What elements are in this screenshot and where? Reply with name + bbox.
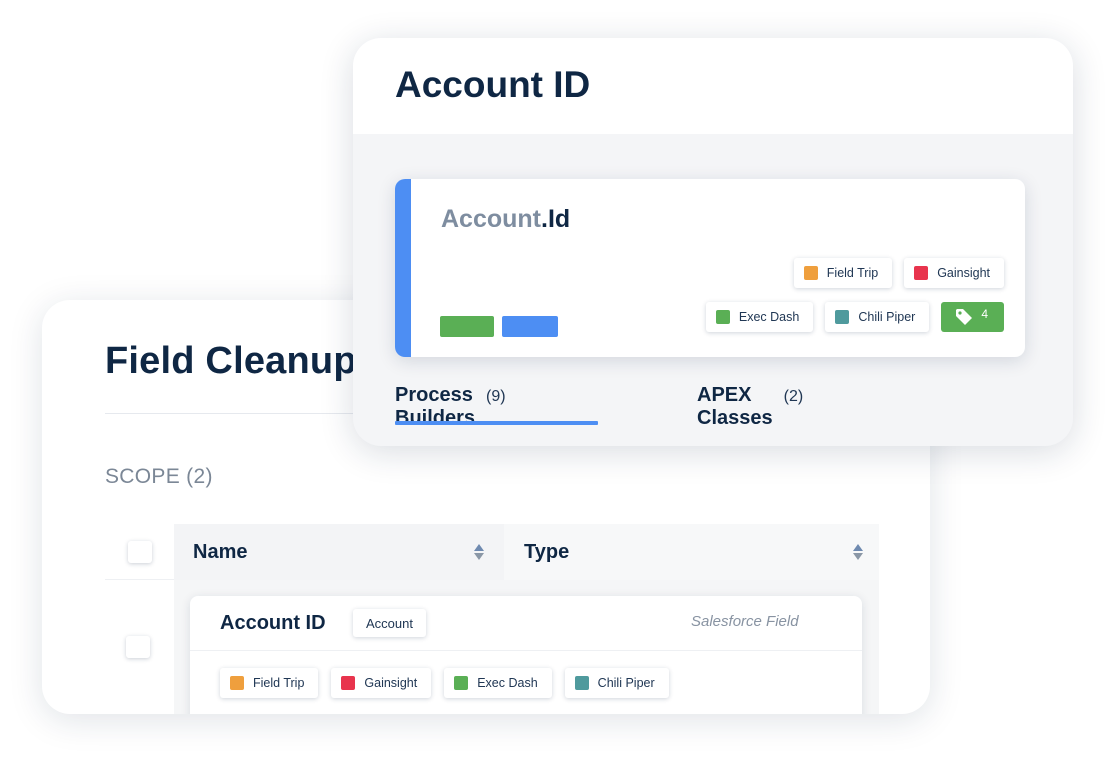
column-header-name[interactable]: Name [174, 524, 504, 580]
select-all-checkbox[interactable] [127, 540, 152, 563]
header-checkbox-cell [105, 524, 174, 580]
tab-count: (2) [783, 388, 804, 405]
table-row-card[interactable]: Account ID Account Salesforce Field Fiel… [190, 596, 862, 714]
tag-icon [956, 309, 973, 325]
object-badge: Account [353, 609, 426, 637]
tag-row-2: Exec Dash Chili Piper 4 [705, 302, 1004, 332]
accent-bar [395, 179, 411, 357]
tag-gainsight[interactable]: Gainsight [904, 258, 1004, 288]
tag-label: Gainsight [937, 266, 990, 280]
table-header: Name Type [105, 524, 879, 580]
tag-chili-piper[interactable]: Chili Piper [564, 668, 669, 698]
tag-label: Exec Dash [477, 676, 538, 690]
field-id: .Id [541, 205, 571, 233]
card-header: Account ID [353, 38, 1073, 134]
column-header-type[interactable]: Type [504, 524, 879, 580]
tag-color-swatch [454, 676, 469, 690]
tag-color-swatch [230, 676, 244, 690]
scope-label: SCOPE (2) [105, 465, 213, 489]
column-label-name: Name [193, 540, 248, 563]
account-id-card: Account ID Account.Id Field Trip Gainsig… [353, 38, 1073, 446]
row-tags: Field Trip Gainsight Exec Dash Chili Pip… [220, 668, 669, 698]
scope-count: (2) [186, 465, 213, 488]
sort-icon[interactable] [853, 544, 863, 560]
row-divider [190, 650, 862, 651]
tag-label: Field Trip [253, 676, 305, 690]
tag-gainsight[interactable]: Gainsight [331, 668, 432, 698]
row-name: Account ID [220, 612, 326, 634]
tag-color-swatch [715, 310, 730, 324]
field-detail-card: Account.Id Field Trip Gainsight Exec Das… [395, 179, 1025, 357]
tag-label: Gainsight [364, 676, 418, 690]
tab-label: APEX Classes [697, 384, 773, 429]
stage: Field Cleanup SCOPE (2) Name Type Accoun… [0, 0, 1115, 760]
page-title: Field Cleanup [105, 340, 357, 382]
tag-row-1: Field Trip Gainsight [793, 258, 1004, 288]
tag-chili-piper[interactable]: Chili Piper [825, 302, 930, 332]
field-object: Account [441, 205, 541, 233]
tag-exec-dash[interactable]: Exec Dash [705, 302, 814, 332]
tab-apex-classes[interactable]: APEX Classes (2) [697, 384, 803, 430]
status-pill-blue [502, 316, 558, 337]
row-type: Salesforce Field [691, 613, 799, 630]
tag-field-trip[interactable]: Field Trip [220, 668, 319, 698]
status-pill-green [440, 316, 494, 337]
active-tab-indicator [395, 421, 598, 425]
row-checkbox[interactable] [126, 636, 150, 658]
tag-label: Chili Piper [597, 676, 655, 690]
tag-color-swatch [574, 676, 589, 690]
tab-count: (9) [486, 388, 506, 405]
tag-color-swatch [914, 266, 929, 280]
tag-count-button[interactable]: 4 [941, 302, 1004, 332]
tag-exec-dash[interactable]: Exec Dash [444, 668, 552, 698]
card-title: Account ID [395, 64, 591, 105]
sort-icon[interactable] [474, 544, 484, 560]
column-label-type: Type [524, 540, 570, 563]
tag-field-trip[interactable]: Field Trip [793, 258, 893, 288]
tag-label: Field Trip [826, 266, 879, 280]
tag-label: Exec Dash [738, 310, 800, 324]
tag-color-swatch [803, 266, 818, 280]
tag-label: Chili Piper [858, 310, 916, 324]
scope-text: SCOPE [105, 465, 181, 488]
field-api-name: Account.Id [441, 205, 570, 234]
title-divider [105, 413, 365, 414]
tag-color-swatch [341, 676, 356, 690]
tag-color-swatch [835, 310, 850, 324]
tag-count: 4 [981, 307, 988, 321]
